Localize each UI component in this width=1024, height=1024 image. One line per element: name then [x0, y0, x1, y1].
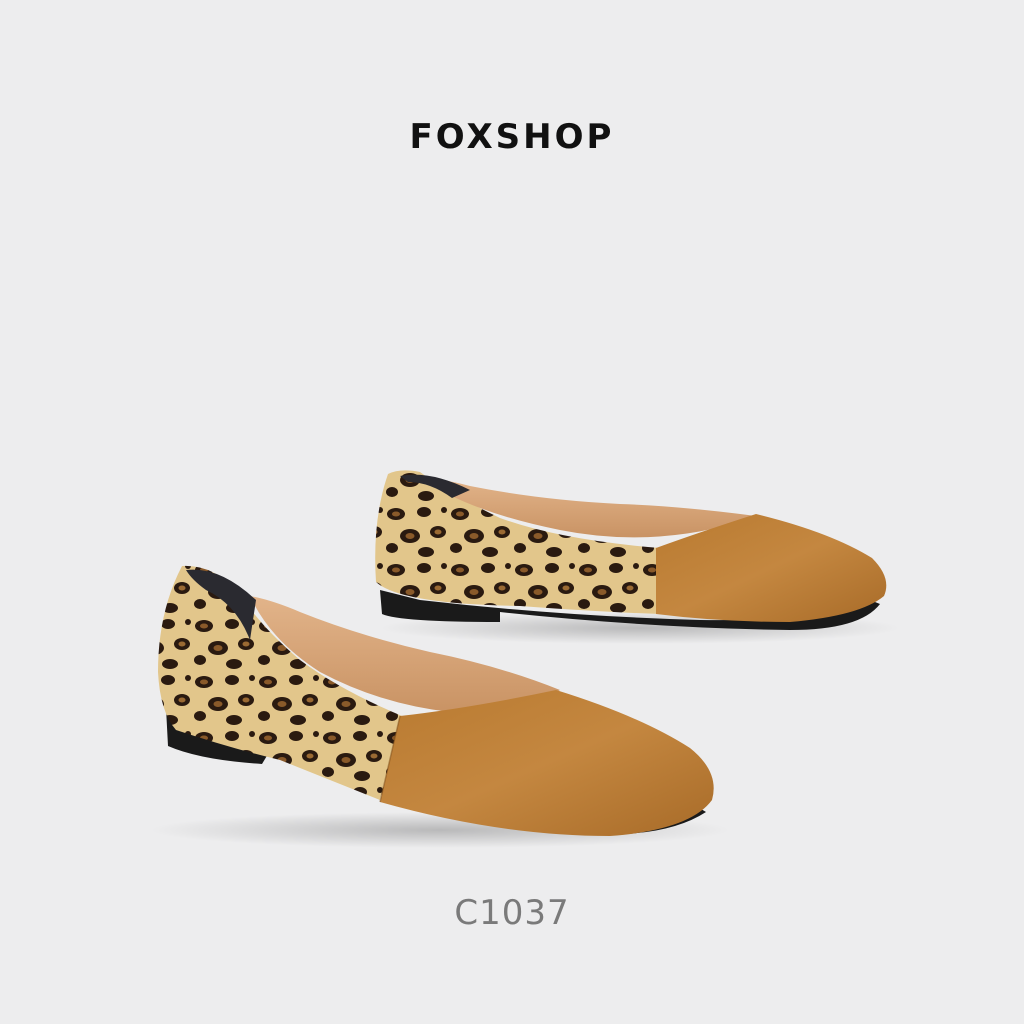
- product-code: C1037: [454, 893, 570, 933]
- product-photo: [150, 470, 900, 848]
